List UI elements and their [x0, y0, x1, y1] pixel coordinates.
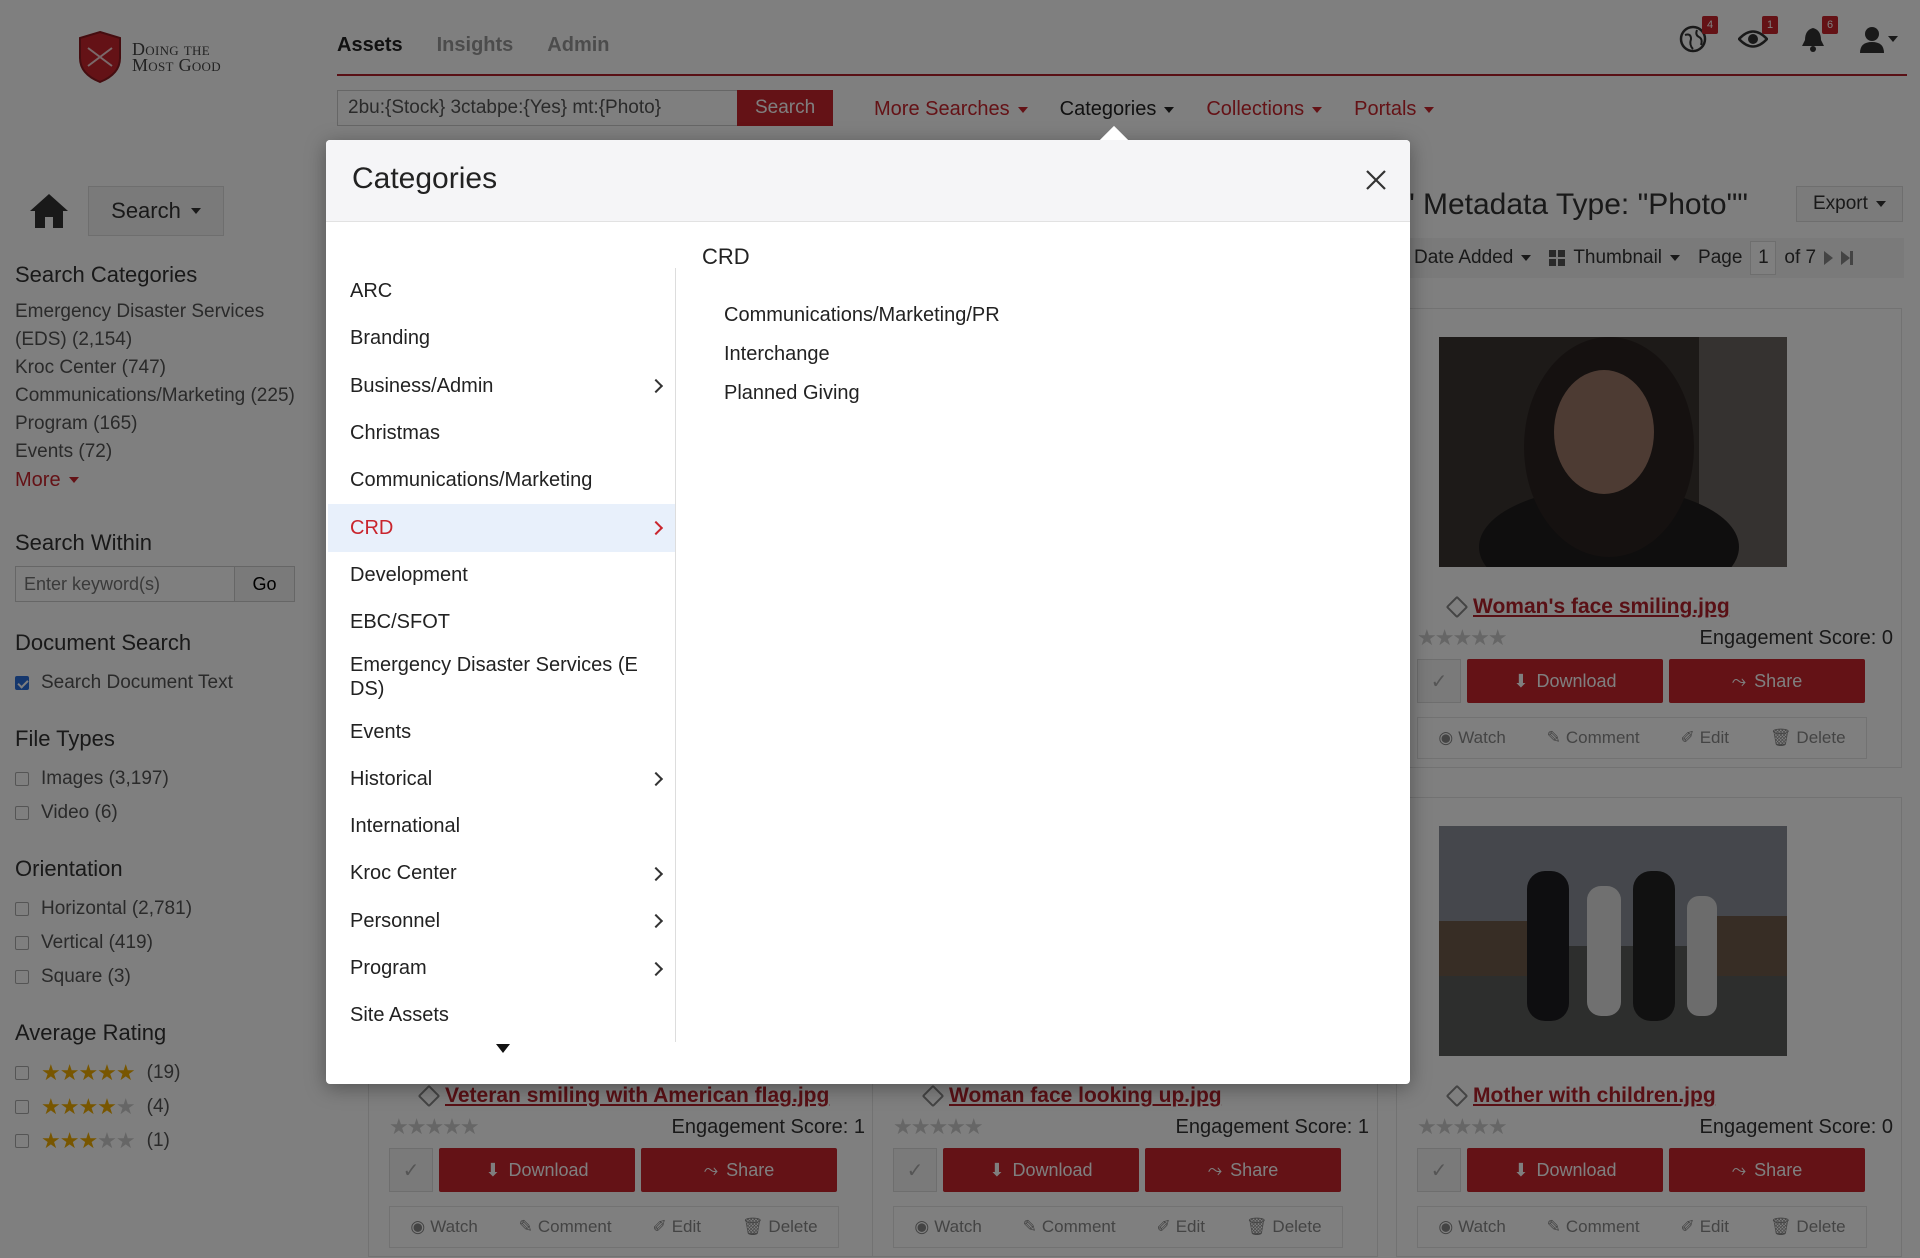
category-label: Communications/Marketing	[350, 469, 593, 492]
modal-title: Categories	[352, 162, 498, 195]
category-item-international[interactable]: International	[328, 803, 675, 850]
category-label: Christmas	[350, 422, 441, 445]
category-item-branding[interactable]: Branding	[328, 315, 675, 362]
category-label: Emergency Disaster Services (E DS)	[350, 654, 638, 701]
category-label: Business/Admin	[350, 374, 494, 397]
category-item-business-admin[interactable]: Business/Admin	[328, 363, 675, 410]
chevron-right-icon	[648, 521, 664, 536]
category-label: International	[350, 815, 461, 838]
category-label: ARC	[350, 280, 393, 303]
chevron-right-icon	[648, 914, 664, 929]
chevron-right-icon	[648, 379, 664, 394]
category-item-arc[interactable]: ARC	[328, 268, 675, 315]
chevron-right-icon	[648, 961, 664, 976]
chevron-right-icon	[648, 866, 664, 881]
category-label: EBC/SFOT	[350, 611, 451, 634]
category-label: Development	[350, 563, 468, 586]
category-item-ebc-sfot[interactable]: EBC/SFOT	[328, 599, 675, 646]
category-label: CRD	[350, 516, 394, 539]
chevron-right-icon	[648, 772, 664, 787]
category-item-development[interactable]: Development	[328, 552, 675, 599]
category-item-personnel[interactable]: Personnel	[328, 898, 675, 945]
selected-category-title: CRD	[702, 244, 750, 269]
category-label: Branding	[350, 327, 431, 350]
category-label: Kroc Center	[350, 862, 457, 885]
category-item-site-assets[interactable]: Site Assets	[328, 992, 675, 1039]
category-label: Site Assets	[350, 1004, 449, 1027]
category-item-crd[interactable]: CRD	[328, 504, 675, 552]
category-item-historical[interactable]: Historical	[328, 756, 675, 803]
modal-header: Categories	[326, 140, 1410, 222]
category-item-communications-marketing[interactable]: Communications/Marketing	[328, 457, 675, 504]
close-icon[interactable]	[1364, 168, 1388, 192]
subcategory-item[interactable]: Interchange	[724, 335, 1000, 374]
category-label: Events	[350, 720, 412, 743]
subcategory-list: Communications/Marketing/PR Interchange …	[724, 296, 1000, 413]
category-item-kroc-center[interactable]: Kroc Center	[328, 850, 675, 897]
category-item-eds[interactable]: Emergency Disaster Services (E DS)	[328, 646, 675, 708]
subcategory-item[interactable]: Communications/Marketing/PR	[724, 296, 1000, 335]
category-label: Historical	[350, 767, 433, 790]
categories-modal: Categories ARC Branding Business/Admin C…	[326, 140, 1410, 1084]
category-item-christmas[interactable]: Christmas	[328, 410, 675, 457]
category-label: Program	[350, 957, 427, 979]
category-item-program[interactable]: Program	[328, 945, 675, 992]
scroll-down-icon[interactable]	[496, 1044, 510, 1053]
category-item-events[interactable]: Events	[328, 708, 675, 755]
category-label: Personnel	[350, 909, 441, 932]
subcategory-item[interactable]: Planned Giving	[724, 374, 1000, 413]
category-list[interactable]: ARC Branding Business/Admin Christmas Co…	[328, 268, 676, 1042]
